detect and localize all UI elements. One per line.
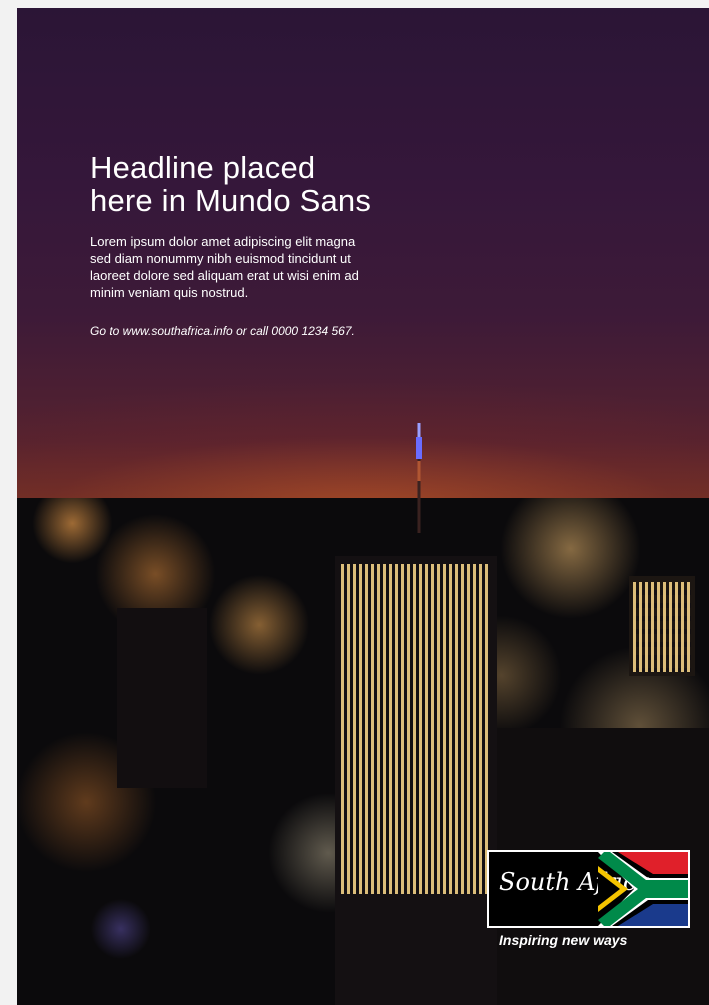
body-copy-line: minim veniam quis nostrud.: [90, 285, 249, 300]
tagline: Inspiring new ways: [499, 932, 628, 948]
headline: Headline placed here in Mundo Sans: [90, 151, 400, 217]
body-copy-line: laoreet dolore sed aliquam erat ut wisi …: [90, 268, 359, 283]
body-copy: Lorem ipsum dolor amet adipiscing elit m…: [90, 233, 400, 301]
building-right-windows: [633, 582, 691, 672]
body-copy-line: sed diam nonummy nibh euismod tincidunt …: [90, 251, 351, 266]
ad-copy: Headline placed here in Mundo Sans Lorem…: [90, 151, 400, 339]
headline-line: here in Mundo Sans: [90, 183, 372, 218]
building-left: [117, 608, 207, 788]
skyscraper-windows: [341, 564, 491, 894]
headline-line: Headline placed: [90, 150, 316, 185]
advertisement-page: Headline placed here in Mundo Sans Lorem…: [17, 8, 709, 1005]
south-africa-logo: South Africa Inspiring new ways: [487, 850, 690, 948]
flag-icon: [598, 852, 688, 926]
tv-tower-icon: [416, 423, 422, 533]
contact-line: Go to www.southafrica.info or call 0000 …: [90, 324, 355, 338]
logo-box: South Africa: [487, 850, 690, 928]
body-copy-line: Lorem ipsum dolor amet adipiscing elit m…: [90, 234, 356, 249]
